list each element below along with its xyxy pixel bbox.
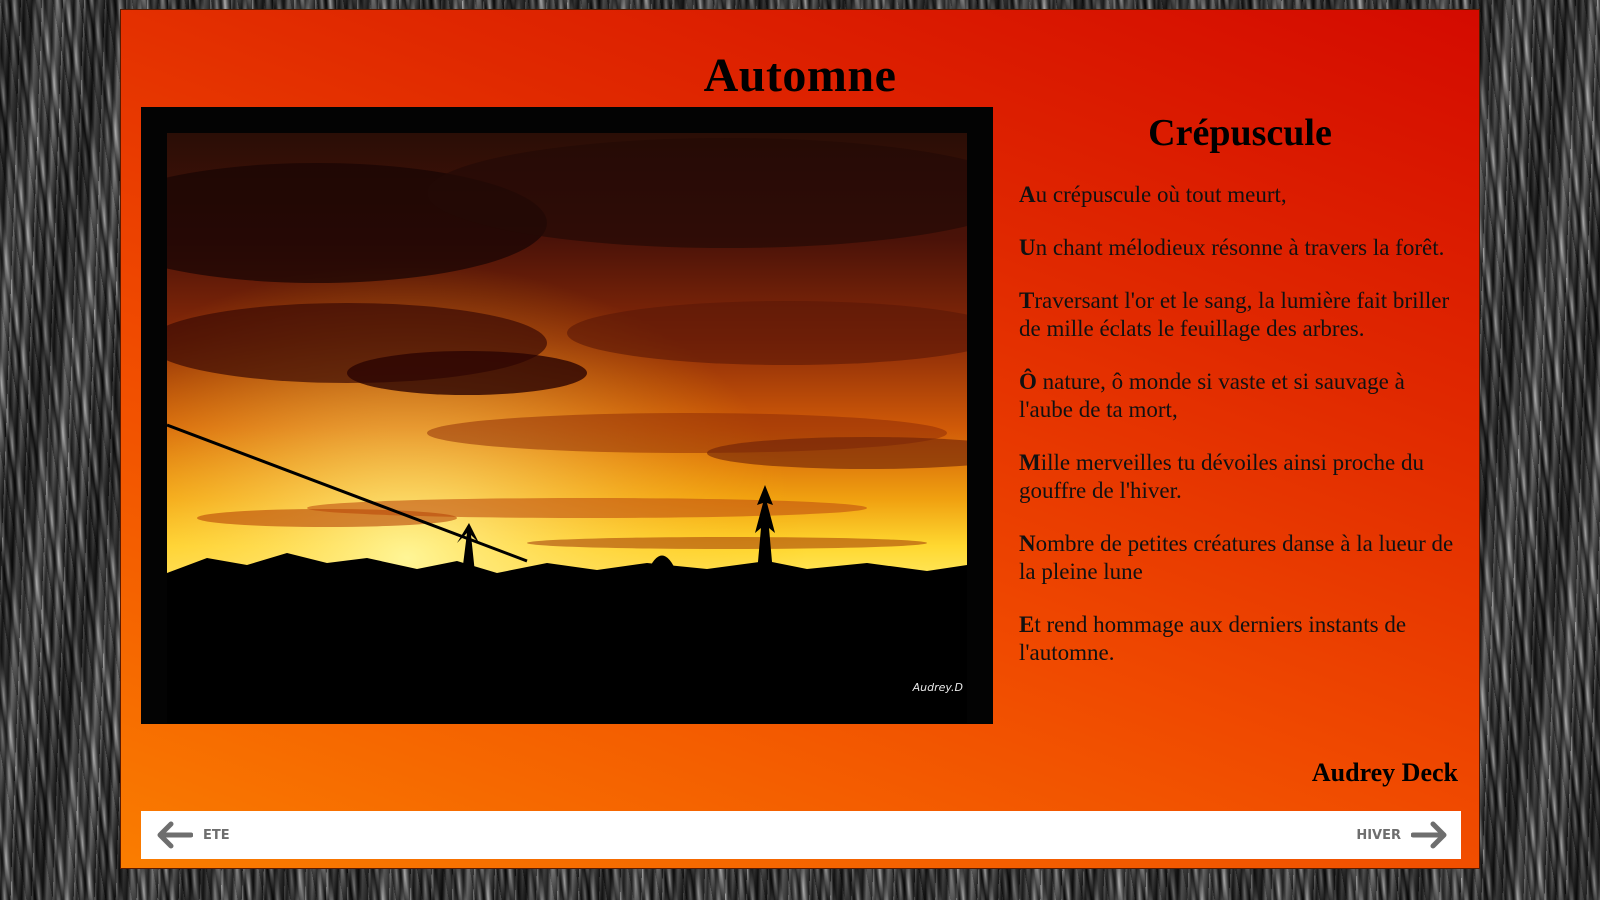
stanza-initial: U	[1019, 235, 1036, 260]
arrow-left-icon	[157, 821, 193, 849]
season-navigation: ETE HIVER	[141, 811, 1461, 859]
poem: Crépuscule Au crépuscule où tout meurt, …	[1019, 107, 1461, 692]
stanza-initial: A	[1019, 182, 1036, 207]
poem-title: Crépuscule	[1148, 112, 1332, 154]
poem-stanza: Au crépuscule où tout meurt,	[1019, 181, 1461, 209]
stanza-initial: T	[1019, 288, 1035, 313]
stanza-text: ombre de petites créatures danse à la lu…	[1019, 531, 1454, 584]
poem-stanza: Nombre de petites créatures danse à la l…	[1019, 530, 1461, 586]
sunset-photo	[167, 133, 967, 723]
stanza-initial: N	[1019, 531, 1036, 556]
stanza-text: n chant mélodieux résonne à travers la f…	[1035, 235, 1445, 260]
stanza-text: t rend hommage aux derniers instants de …	[1019, 612, 1407, 665]
next-season-link[interactable]: HIVER	[1356, 811, 1447, 859]
stanza-text: ille merveilles tu dévoiles ainsi proche…	[1019, 450, 1424, 503]
poem-author: Audrey Deck	[1311, 758, 1458, 787]
arrow-right-icon	[1411, 821, 1447, 849]
poem-stanza: Traversant l'or et le sang, la lumière f…	[1019, 287, 1461, 343]
stanza-initial: M	[1019, 450, 1041, 475]
photo-frame: Audrey.D	[141, 107, 993, 724]
poem-stanza: Ô nature, ô monde si vaste et si sauvage…	[1019, 368, 1461, 424]
stanza-text: u crépuscule où tout meurt,	[1035, 182, 1287, 207]
stanza-text: nature, ô monde si vaste et si sauvage à…	[1019, 369, 1405, 422]
prev-season-link[interactable]: ETE	[157, 811, 230, 859]
poem-stanza: Et rend hommage aux derniers instants de…	[1019, 611, 1461, 667]
next-season-label: HIVER	[1356, 827, 1401, 843]
poem-stanza: Mille merveilles tu dévoiles ainsi proch…	[1019, 449, 1461, 505]
page-title: Automne	[703, 49, 897, 102]
stanza-initial: Ô	[1019, 369, 1037, 394]
stanza-text: raversant l'or et le sang, la lumière fa…	[1019, 288, 1450, 341]
photo-watermark: Audrey.D	[912, 681, 963, 694]
sunset-image	[167, 133, 967, 723]
prev-season-label: ETE	[203, 827, 230, 843]
stanza-initial: E	[1019, 612, 1035, 637]
poem-stanza: Un chant mélodieux résonne à travers la …	[1019, 234, 1461, 262]
content-panel: Automne Audrey.D Crépuscule Au crépuscul…	[120, 9, 1480, 869]
